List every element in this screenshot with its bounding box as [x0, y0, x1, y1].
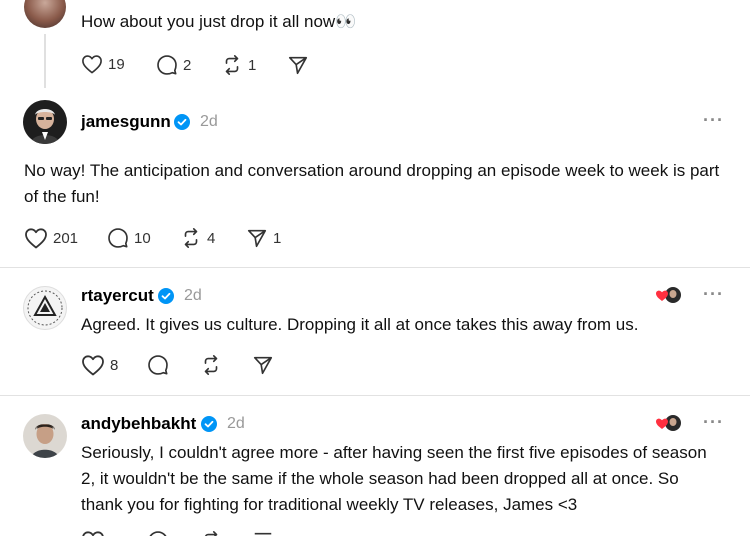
divider: [0, 94, 750, 95]
repost-count: 4: [207, 229, 216, 247]
avatar[interactable]: [23, 100, 67, 144]
share-count: 1: [273, 229, 282, 247]
repost-icon: [205, 531, 218, 536]
share-button[interactable]: [252, 530, 274, 536]
liked-by-author-icon: [656, 415, 681, 431]
post-text: Seriously, I couldn't agree more - after…: [81, 443, 707, 514]
heart-icon: [82, 355, 104, 376]
repost-icon: [204, 355, 218, 375]
send-icon: [247, 229, 267, 248]
send-icon: [288, 56, 308, 75]
username[interactable]: jamesgunn: [81, 112, 171, 132]
reply-button[interactable]: [147, 354, 169, 376]
verified-badge-icon: [201, 416, 217, 432]
divider: [0, 395, 750, 396]
reply-count: 10: [134, 229, 151, 247]
repost-button[interactable]: [200, 354, 222, 376]
like-button[interactable]: [81, 530, 105, 536]
more-options-button[interactable]: ···: [703, 110, 724, 131]
comment-icon: [149, 531, 167, 536]
thread-line: [44, 34, 46, 88]
liked-by-author-icon: [656, 287, 681, 303]
share-button[interactable]: [287, 54, 309, 76]
more-options-button[interactable]: ···: [703, 284, 724, 305]
post-text: How about you just drop it all now👀: [81, 12, 357, 31]
username[interactable]: rtayercut: [81, 286, 154, 306]
post-text: No way! The anticipation and conversatio…: [24, 161, 720, 206]
comment-icon: [108, 228, 128, 248]
heart-icon: [82, 531, 104, 536]
send-icon: [253, 356, 273, 375]
avatar[interactable]: [24, 0, 66, 28]
comment-icon: [157, 55, 177, 75]
like-button[interactable]: 201: [24, 227, 78, 249]
verified-badge-icon: [174, 114, 190, 130]
send-icon: [254, 532, 272, 535]
post-text: Agreed. It gives us culture. Dropping it…: [81, 315, 639, 334]
like-count: 201: [53, 229, 79, 247]
repost-icon: [184, 228, 198, 248]
avatar[interactable]: [23, 414, 67, 458]
repost-count: 1: [248, 56, 257, 74]
repost-button[interactable]: 4: [180, 227, 215, 249]
repost-icon: [225, 55, 239, 75]
avatar[interactable]: [23, 286, 67, 330]
repost-button[interactable]: 1: [221, 54, 256, 76]
like-button[interactable]: 8: [81, 354, 118, 376]
heart-icon: [82, 55, 102, 74]
like-count: 19: [108, 55, 125, 73]
reply-button[interactable]: [147, 530, 169, 536]
more-options-button[interactable]: ···: [703, 412, 724, 433]
like-button[interactable]: 19: [81, 54, 125, 74]
reply-button[interactable]: 10: [107, 227, 151, 249]
verified-badge-icon: [158, 288, 174, 304]
reply-button[interactable]: 2: [156, 54, 191, 76]
timestamp: 2d: [184, 287, 202, 304]
repost-button[interactable]: [200, 530, 222, 536]
divider: [0, 267, 750, 268]
comment-icon: [148, 355, 168, 375]
like-count: 8: [110, 356, 119, 374]
share-button[interactable]: 1: [246, 227, 281, 249]
reply-count: 2: [183, 56, 192, 74]
heart-icon: [25, 228, 47, 249]
share-button[interactable]: [252, 354, 274, 376]
username[interactable]: andybehbakht: [81, 414, 196, 434]
timestamp: 2d: [200, 113, 218, 130]
timestamp: 2d: [227, 415, 245, 432]
